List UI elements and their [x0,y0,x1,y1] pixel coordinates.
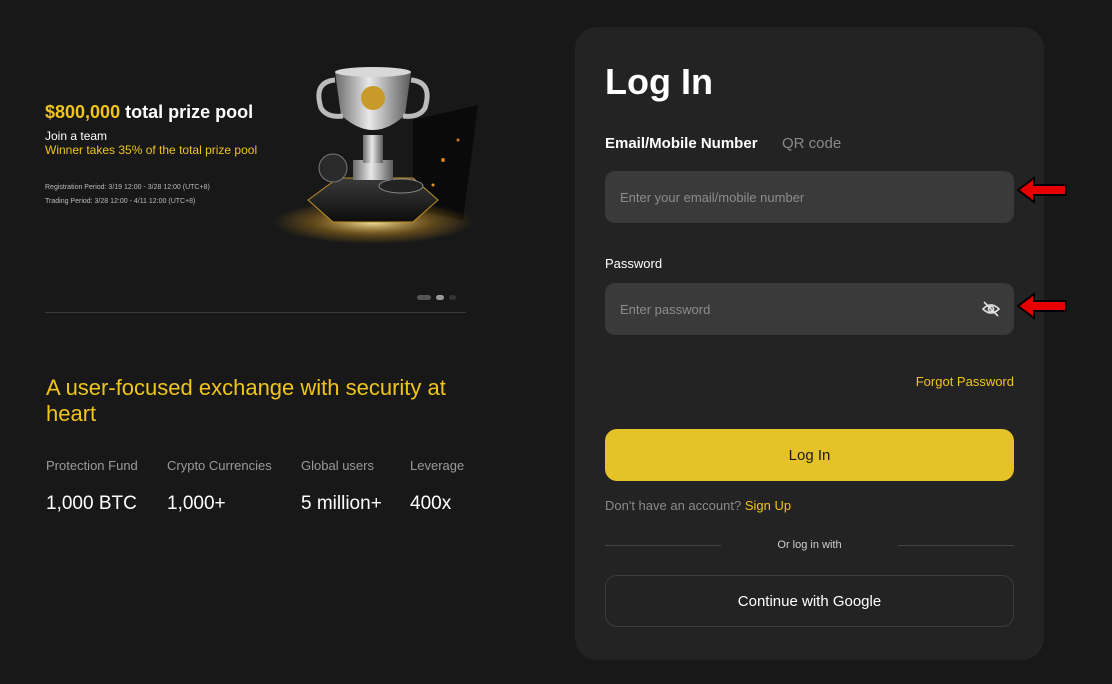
stat-value: 400x [410,493,452,514]
or-divider: Or log in with [605,539,1014,553]
stat-value: 1,000+ [167,493,226,514]
stat-label: Global users [301,458,374,473]
login-button[interactable]: Log In [605,429,1014,481]
stat-label: Protection Fund [46,458,138,473]
registration-period: Registration Period: 3/19 12:00 - 3/28 1… [45,184,210,191]
stat-label: Leverage [410,458,465,473]
stat-leverage: Leverage 400x [410,458,464,515]
login-title: Log In [605,61,713,102]
stat-value: 5 million+ [301,493,382,514]
forgot-password-link[interactable]: Forgot Password [916,374,1014,389]
trophy-icon [273,67,478,244]
carousel-dots[interactable] [417,295,456,300]
stat-global-users: Global users 5 million+ [301,458,382,515]
signup-row: Don't have an account? Sign Up [605,498,791,513]
tab-qr-code[interactable]: QR code [782,135,841,152]
banner-title: $800,000 total prize pool [45,102,253,123]
prize-text: total prize pool [120,102,254,122]
tagline: A user-focused exchange with security at… [46,375,446,426]
password-input[interactable] [605,283,1014,335]
red-arrow-icon [1016,176,1067,204]
carousel-dot-1[interactable] [417,295,431,300]
banner-line-1: Join a team [45,129,108,143]
trading-period: Trading Period: 3/28 12:00 - 4/11 12:00 … [45,198,196,205]
email-input[interactable] [605,171,1014,223]
eye-slash-icon[interactable] [981,300,1001,318]
banner-divider [45,312,466,313]
password-label: Password [605,256,663,271]
carousel-dot-3[interactable] [449,295,456,300]
stat-protection-fund: Protection Fund 1,000 BTC [46,458,138,515]
stat-value: 1,000 BTC [46,493,137,514]
divider-line-right [898,545,1014,546]
promo-banner[interactable]: $800,000 total prize pool Join a team Wi… [45,50,478,260]
continue-with-google-button[interactable]: Continue with Google [605,575,1014,627]
carousel-dot-2[interactable] [436,295,444,300]
red-arrow-icon [1016,292,1067,320]
stat-crypto-currencies: Crypto Currencies 1,000+ [167,458,272,515]
sign-up-link[interactable]: Sign Up [745,498,791,513]
no-account-text: Don't have an account? [605,498,745,513]
stat-label: Crypto Currencies [167,458,272,473]
banner-line-2: Winner takes 35% of the total prize pool [45,143,258,157]
login-card: Log In Email/Mobile Number QR code Passw… [575,27,1044,660]
tab-email-mobile[interactable]: Email/Mobile Number [605,135,758,152]
prize-amount: $800,000 [45,102,121,122]
